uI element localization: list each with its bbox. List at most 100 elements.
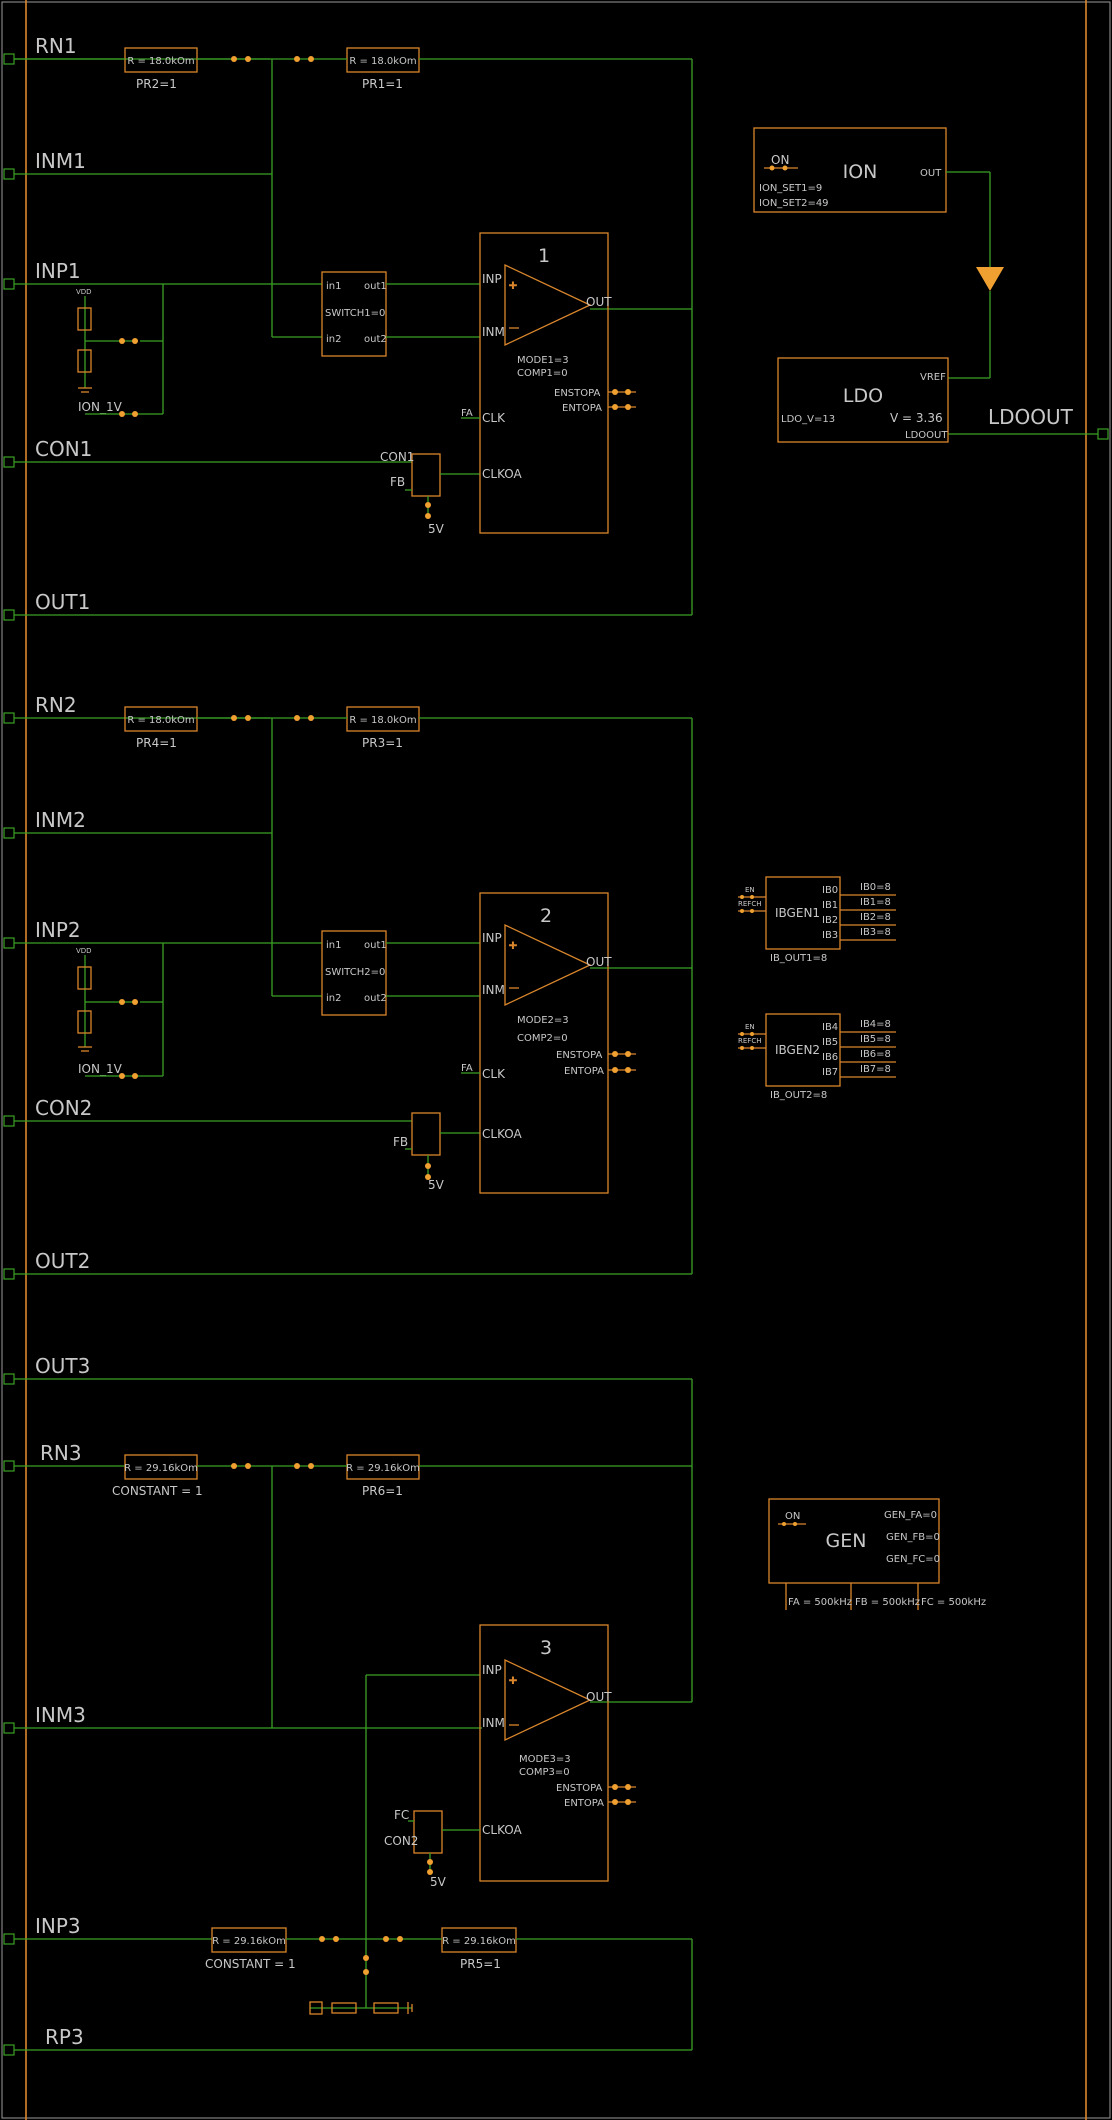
clock-mux-2[interactable]: FB 5V [393, 1112, 445, 1192]
svg-text:COMP1=0: COMP1=0 [517, 368, 568, 379]
ldo-block[interactable]: VREF LDO LDO_V=13 V = 3.36 LDOOUT [777, 357, 949, 443]
switch2-block[interactable]: in1 in2 out1 out2 SWITCH2=0 [321, 930, 387, 1016]
svg-text:PR1=1: PR1=1 [362, 77, 403, 91]
resistor-pr5[interactable]: R = 29.16kOm PR5=1 [441, 1927, 517, 1971]
svg-text:2: 2 [540, 905, 552, 927]
svg-text:RN3: RN3 [40, 1441, 82, 1465]
svg-text:CON1: CON1 [380, 450, 414, 464]
port-inm1[interactable]: INM1 [3, 149, 272, 180]
svg-text:VDD: VDD [76, 288, 92, 296]
svg-text:ION: ION [843, 161, 878, 183]
svg-text:FB = 500kHz: FB = 500kHz [855, 1597, 920, 1608]
svg-text:+: + [509, 279, 517, 294]
enable-pins-1 [608, 389, 636, 410]
voltage-divider-1[interactable]: VDD ION_1V [76, 284, 164, 417]
svg-text:LDO_V=13: LDO_V=13 [781, 414, 835, 425]
svg-text:SWITCH2=0: SWITCH2=0 [325, 967, 385, 978]
port-con1[interactable]: CON1 [3, 437, 412, 468]
svg-text:IBGEN1: IBGEN1 [775, 906, 820, 920]
enable-pins-2 [608, 1051, 636, 1073]
svg-text:IB7: IB7 [822, 1067, 838, 1078]
svg-text:OUT: OUT [920, 168, 942, 179]
svg-text:R = 18.0kOm: R = 18.0kOm [349, 715, 416, 726]
svg-text:ION_1V: ION_1V [78, 1062, 123, 1076]
svg-text:FB: FB [393, 1135, 408, 1149]
svg-text:OUT3: OUT3 [35, 1354, 90, 1378]
switch1-block[interactable]: in1 in2 out1 out2 SWITCH1=0 [321, 271, 387, 357]
svg-text:RN1: RN1 [35, 34, 77, 58]
svg-text:OUT1: OUT1 [35, 590, 90, 614]
svg-text:RP3: RP3 [45, 2025, 84, 2049]
resistor-pr1[interactable]: R = 18.0kOm PR1=1 [346, 47, 420, 91]
svg-text:IB2=8: IB2=8 [860, 912, 891, 923]
gen-block[interactable]: ON GEN GEN_FA=0 GEN_FB=0 GEN_FC=0 FA = 5… [768, 1498, 986, 1610]
divider-3[interactable] [309, 1975, 413, 2015]
svg-text:FC = 500kHz: FC = 500kHz [921, 1597, 986, 1608]
svg-text:OUT: OUT [586, 295, 612, 309]
svg-text:out1: out1 [364, 281, 387, 292]
port-rp3[interactable]: RP3 [3, 2025, 692, 2056]
ion-block[interactable]: ON ION_SET1=9 ION_SET2=49 ION OUT [753, 127, 947, 213]
svg-text:INP2: INP2 [35, 918, 81, 942]
svg-text:FB: FB [390, 475, 405, 489]
port-rn3[interactable]: RN3 [3, 1441, 125, 1472]
port-con2[interactable]: CON2 [3, 1096, 412, 1127]
svg-text:out2: out2 [364, 334, 387, 345]
ibgen1-block[interactable]: IBGEN1 EN REFCH IB0 IB1 IB2 IB3 IB0=8 IB… [738, 876, 896, 964]
resistor-pr6[interactable]: R = 29.16kOm PR6=1 [346, 1454, 420, 1498]
svg-text:R = 29.16kOm: R = 29.16kOm [124, 1463, 198, 1474]
svg-text:CLKOA: CLKOA [482, 1127, 523, 1141]
port-inm3[interactable]: INM3 [3, 1703, 482, 1734]
svg-text:MODE2=3: MODE2=3 [517, 1015, 569, 1026]
voltage-divider-2[interactable]: VDD ION_1V [76, 943, 164, 1079]
svg-text:EN: EN [745, 1023, 755, 1031]
opamp-block-1[interactable]: 1 + INP INM OUT MODE1=3 COMP1=0 ENSTOPA … [479, 232, 612, 534]
port-out2[interactable]: OUT2 [3, 1249, 692, 1280]
svg-text:GEN_FB=0: GEN_FB=0 [886, 1532, 940, 1543]
svg-text:INP: INP [482, 931, 502, 945]
svg-text:LDOOUT: LDOOUT [905, 430, 948, 441]
svg-text:PR4=1: PR4=1 [136, 736, 177, 750]
resistor-pr3[interactable]: R = 18.0kOm PR3=1 [346, 706, 420, 750]
svg-text:IB4: IB4 [822, 1022, 838, 1033]
schematic-canvas: RN1 INM1 INP1 CON1 OUT1 RN2 INM2 INP2 CO… [1, 0, 1111, 2120]
svg-text:IB6: IB6 [822, 1052, 838, 1063]
opamp-block-2[interactable]: 2 + INP INM OUT MODE2=3 COMP2=0 ENSTOPA … [479, 892, 612, 1194]
port-out3[interactable]: OUT3 [3, 1354, 692, 1385]
svg-text:IB3=8: IB3=8 [860, 927, 891, 938]
port-inm2[interactable]: INM2 [3, 808, 272, 839]
svg-text:IB5: IB5 [822, 1037, 838, 1048]
svg-text:INP1: INP1 [35, 259, 81, 283]
jumper-dots [319, 1936, 403, 1975]
opamp-block-3[interactable]: 3 + INP INM OUT MODE3=3 COMP3=0 ENSTOPA … [479, 1624, 612, 1882]
svg-text:PR6=1: PR6=1 [362, 1484, 403, 1498]
ibgen2-block[interactable]: IBGEN2 EN REFCH IB4 IB5 IB6 IB7 IB4=8 IB… [738, 1013, 896, 1101]
svg-text:PR3=1: PR3=1 [362, 736, 403, 750]
port-inp3[interactable]: INP3 [3, 1914, 212, 1945]
clock-mux-1[interactable]: CON1 FB 5V [380, 450, 445, 536]
svg-text:EN: EN [745, 886, 755, 894]
resistor-pr2[interactable]: R = 18.0kOm PR2=1 [124, 47, 198, 91]
svg-text:IBGEN2: IBGEN2 [775, 1043, 820, 1057]
clock-mux-3[interactable]: FC CON2 5V [384, 1808, 447, 1889]
svg-text:CLK: CLK [482, 1067, 506, 1081]
svg-text:in1: in1 [326, 940, 341, 951]
port-out1[interactable]: OUT1 [3, 590, 692, 621]
port-ldoout[interactable]: LDOOUT [948, 405, 1109, 440]
svg-text:SWITCH1=0: SWITCH1=0 [325, 308, 385, 319]
svg-text:GEN_FC=0: GEN_FC=0 [886, 1554, 940, 1565]
svg-text:R = 18.0kOm: R = 18.0kOm [127, 56, 194, 67]
svg-text:LDOOUT: LDOOUT [988, 405, 1074, 429]
resistor-pr4[interactable]: R = 18.0kOm PR4=1 [124, 706, 198, 750]
svg-text:IB2: IB2 [822, 915, 838, 926]
resistor-constant-rn3[interactable]: R = 29.16kOm CONSTANT = 1 [112, 1454, 203, 1498]
svg-text:in2: in2 [326, 993, 341, 1004]
svg-text:OUT: OUT [586, 1690, 612, 1704]
svg-text:5V: 5V [428, 1178, 445, 1192]
svg-text:ON: ON [785, 1511, 800, 1522]
svg-text:INM: INM [482, 1716, 505, 1730]
svg-text:ENTOPA: ENTOPA [562, 403, 602, 414]
svg-text:IB0: IB0 [822, 885, 838, 896]
svg-text:MODE1=3: MODE1=3 [517, 355, 569, 366]
resistor-constant-inp3[interactable]: R = 29.16kOm CONSTANT = 1 [205, 1927, 296, 1971]
